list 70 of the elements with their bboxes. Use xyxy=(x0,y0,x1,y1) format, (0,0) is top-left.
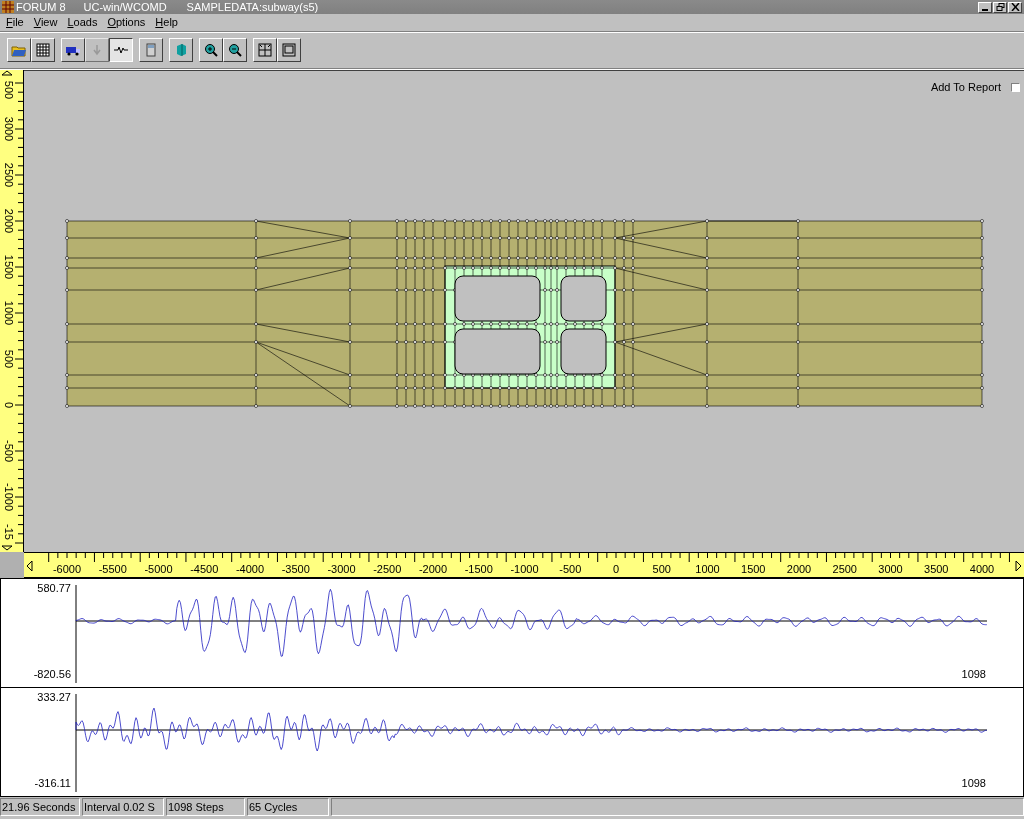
max-value: 580.77 xyxy=(37,582,71,594)
ruler-label: 2000 xyxy=(2,208,14,234)
status-pane: 1098 Steps xyxy=(166,798,245,816)
close-button[interactable] xyxy=(1008,1,1022,13)
restore-icon xyxy=(995,3,1005,11)
ruler-label: -4000 xyxy=(235,563,265,575)
toolbar-button[interactable] xyxy=(109,38,133,62)
ruler-label: -500 xyxy=(2,440,14,462)
zoom-in-icon xyxy=(203,42,219,58)
min-value: -316.11 xyxy=(34,777,71,789)
ruler-label: -3000 xyxy=(327,563,356,575)
step-count: 1098 xyxy=(961,777,986,789)
ruler-label: -3500 xyxy=(281,563,310,575)
ruler-label: 3500 xyxy=(924,563,949,575)
add-to-report-checkbox[interactable] xyxy=(1011,82,1020,92)
checkbox-label: Add To Report xyxy=(930,81,1001,93)
window-title: UC-win/WCOMD xyxy=(83,1,167,13)
status-pane: Interval 0.02 S xyxy=(82,798,164,816)
ruler-label: 2500 xyxy=(832,563,857,575)
ruler-label: 3000 xyxy=(2,116,14,142)
menu-item[interactable]: View xyxy=(29,16,62,28)
restore-button[interactable] xyxy=(993,1,1007,13)
ruler-label: 3000 xyxy=(878,563,903,575)
max-value: 333.27 xyxy=(37,691,71,703)
close-icon xyxy=(1010,3,1020,11)
menu-item[interactable]: Help xyxy=(151,16,182,28)
ruler-label: 500 xyxy=(2,349,14,369)
ruler-label: 1500 xyxy=(741,563,766,575)
window-title: SAMPLEDATA:subway(s5) xyxy=(186,1,319,13)
window-title: FORUM 8 xyxy=(16,1,66,13)
zoom-out-icon xyxy=(227,42,243,58)
ruler-label: 0 xyxy=(612,563,620,575)
ruler-label: -5500 xyxy=(98,563,127,575)
ruler-label: 2500 xyxy=(2,162,14,188)
right-arrow-icon[interactable] xyxy=(1015,560,1022,572)
frame-icon xyxy=(281,42,297,58)
ruler-label: -2000 xyxy=(418,563,448,575)
ruler-label: -500 xyxy=(559,563,582,575)
step-count: 1098 xyxy=(961,668,986,680)
ruler-label: -6000 xyxy=(52,563,82,575)
menu-item[interactable]: Options xyxy=(103,16,150,28)
ruler-label: 0 xyxy=(2,401,14,409)
ruler-corner xyxy=(0,552,24,578)
ruler-label: -2500 xyxy=(373,563,402,575)
ruler-label: 4000 xyxy=(969,563,995,575)
fit-window-icon xyxy=(257,42,273,58)
ruler-label: 500 xyxy=(652,563,671,575)
ruler-label: 2000 xyxy=(786,563,812,575)
ruler-label: -4500 xyxy=(190,563,219,575)
ruler-label: 1000 xyxy=(2,300,14,326)
ruler-label: -5000 xyxy=(144,563,173,575)
ruler-label: -1000 xyxy=(510,563,539,575)
menu-item[interactable]: File xyxy=(2,16,28,28)
minimize-button[interactable] xyxy=(978,1,992,13)
app-icon xyxy=(2,1,14,13)
ruler-label: 1000 xyxy=(695,563,720,575)
status-pane: 21.96 Seconds xyxy=(0,798,80,816)
ruler-label: -15 xyxy=(2,524,14,540)
status-pane: 65 Cycles xyxy=(247,798,329,816)
calculator-icon xyxy=(143,42,159,58)
ruler-label: 500 xyxy=(2,80,14,100)
menu-item[interactable]: Loads xyxy=(63,16,102,28)
grid-icon xyxy=(35,42,51,58)
up-arrow-icon[interactable] xyxy=(1,70,13,76)
ruler-label: -1500 xyxy=(464,563,493,575)
down-arrow-icon[interactable] xyxy=(1,545,13,551)
ruler-label: -1000 xyxy=(2,482,14,512)
ruler-label: 1500 xyxy=(2,254,14,280)
left-arrow-icon[interactable] xyxy=(26,560,33,572)
min-value: -820.56 xyxy=(33,668,71,680)
